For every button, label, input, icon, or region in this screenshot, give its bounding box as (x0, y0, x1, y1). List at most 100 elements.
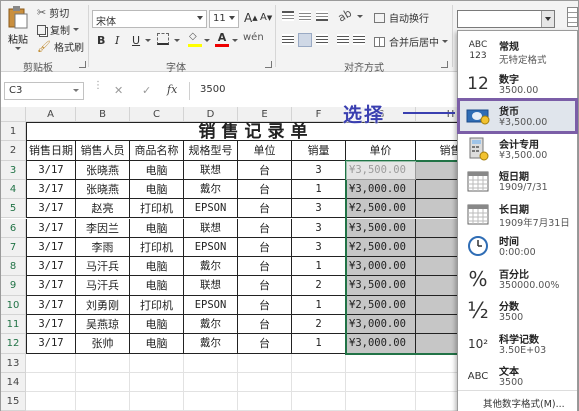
decrease-indent-icon[interactable] (337, 34, 349, 45)
data-cell[interactable]: 联想 (184, 160, 238, 180)
column-title[interactable]: 单位 (238, 141, 292, 161)
data-cell[interactable]: 马汗兵 (76, 257, 130, 277)
data-cell[interactable]: 电脑 (130, 257, 184, 277)
row-header[interactable]: 10 (1, 295, 26, 315)
row-header[interactable]: 1 (1, 122, 26, 142)
borders-icon[interactable] (157, 33, 169, 45)
empty-cell[interactable] (238, 353, 292, 373)
data-cell[interactable]: 马汗兵 (76, 276, 130, 296)
empty-cell[interactable] (184, 353, 238, 373)
number-format-option[interactable]: 货币 ¥3,500.00 (457, 98, 578, 134)
number-format-option[interactable]: 时间 0:00:00 (458, 229, 577, 263)
number-format-combo[interactable] (457, 10, 555, 28)
data-cell[interactable]: 张晓燕 (76, 179, 130, 200)
price-cell[interactable]: ¥3,000.00 (346, 179, 416, 200)
row-header[interactable]: 12 (1, 334, 26, 354)
data-cell[interactable]: 台 (238, 295, 292, 315)
wrap-text-button[interactable]: 自动换行 (374, 10, 429, 25)
more-number-formats-link[interactable]: 其他数字格式(M)... (458, 390, 577, 411)
data-cell[interactable]: 3 (292, 160, 346, 180)
data-cell[interactable]: 3/17 (26, 218, 76, 238)
data-cell[interactable]: 戴尔 (184, 334, 238, 354)
column-header[interactable]: F (292, 107, 346, 122)
insert-function-icon[interactable]: fx (167, 83, 177, 96)
font-color-button[interactable]: A (215, 31, 229, 47)
data-cell[interactable]: 戴尔 (184, 257, 238, 277)
data-cell[interactable]: 台 (238, 160, 292, 180)
row-header[interactable]: 8 (1, 257, 26, 277)
row-header[interactable]: 6 (1, 218, 26, 238)
column-title[interactable]: 商品名称 (130, 141, 184, 161)
row-header[interactable]: 3 (1, 160, 26, 180)
number-format-option[interactable]: 长日期 1909年7月31日 (458, 197, 577, 231)
row-header[interactable]: 5 (1, 199, 26, 219)
price-cell[interactable]: ¥3,500.00 (346, 160, 416, 180)
paste-button[interactable]: 粘贴 (5, 5, 31, 50)
data-cell[interactable]: 台 (238, 179, 292, 200)
price-cell[interactable]: ¥3,000.00 (346, 257, 416, 277)
wen-icon[interactable]: wén (243, 32, 264, 43)
data-cell[interactable]: 电脑 (130, 179, 184, 200)
row-header[interactable]: 9 (1, 276, 26, 296)
align-bottom-icon[interactable] (316, 11, 328, 21)
sheet-title[interactable]: 销售记录单 (26, 122, 486, 142)
data-cell[interactable]: 3 (292, 199, 346, 219)
chevron-down-icon[interactable] (232, 39, 238, 42)
data-cell[interactable]: 3/17 (26, 160, 76, 180)
data-cell[interactable]: 1 (292, 334, 346, 354)
empty-cell[interactable] (26, 353, 76, 373)
empty-cell[interactable] (26, 372, 76, 393)
data-cell[interactable]: 3/17 (26, 257, 76, 277)
data-cell[interactable]: 电脑 (130, 315, 184, 335)
data-cell[interactable]: 3/17 (26, 179, 76, 200)
empty-cell[interactable] (184, 372, 238, 393)
clipboard-launcher-icon[interactable] (79, 61, 86, 68)
data-cell[interactable]: 3 (292, 237, 346, 258)
data-cell[interactable]: 3/17 (26, 334, 76, 354)
empty-cell[interactable] (346, 353, 416, 373)
data-cell[interactable]: 台 (238, 237, 292, 258)
number-format-option[interactable]: 12 数字 3500.00 (458, 67, 577, 101)
data-cell[interactable]: 李因兰 (76, 218, 130, 238)
conditional-format-icon[interactable] (567, 7, 578, 27)
data-cell[interactable]: 台 (238, 199, 292, 219)
align-right-icon[interactable] (316, 34, 328, 45)
empty-cell[interactable] (130, 392, 184, 411)
empty-cell[interactable] (346, 372, 416, 393)
number-format-option[interactable]: 会计专用 ¥3,500.00 (458, 132, 577, 166)
row-header[interactable]: 2 (1, 141, 26, 161)
price-cell[interactable]: ¥3,500.00 (346, 218, 416, 238)
orientation-icon[interactable]: ab (336, 6, 354, 24)
data-cell[interactable]: 3/17 (26, 199, 76, 219)
data-cell[interactable]: 李雨 (76, 237, 130, 258)
cancel-icon[interactable]: ✕ (114, 84, 123, 97)
empty-cell[interactable] (292, 372, 346, 393)
align-left-icon[interactable] (282, 34, 294, 45)
data-cell[interactable]: 打印机 (130, 295, 184, 315)
empty-cell[interactable] (76, 372, 130, 393)
font-name-combo[interactable]: 宋体 (92, 10, 207, 28)
data-cell[interactable]: 电脑 (130, 218, 184, 238)
chevron-down-icon[interactable] (174, 39, 180, 42)
row-header[interactable]: 14 (1, 372, 26, 393)
increase-indent-icon[interactable] (353, 34, 365, 45)
underline-button[interactable]: U (132, 34, 140, 47)
data-cell[interactable]: 联想 (184, 218, 238, 238)
bold-button[interactable]: B (97, 34, 105, 47)
select-all-corner[interactable] (1, 107, 26, 122)
row-header[interactable]: 13 (1, 353, 26, 373)
number-format-option[interactable]: 短日期 1909/7/31 (458, 164, 577, 198)
data-cell[interactable]: 打印机 (130, 237, 184, 258)
column-header[interactable]: C (130, 107, 184, 122)
data-cell[interactable]: 3 (292, 218, 346, 238)
row-header[interactable]: 4 (1, 179, 26, 200)
data-cell[interactable]: 台 (238, 315, 292, 335)
copy-button[interactable]: 复制 (37, 22, 79, 37)
empty-cell[interactable] (76, 392, 130, 411)
data-cell[interactable]: 3/17 (26, 295, 76, 315)
data-cell[interactable]: 吴燕琼 (76, 315, 130, 335)
price-cell[interactable]: ¥2,500.00 (346, 237, 416, 258)
data-cell[interactable]: 张晓燕 (76, 160, 130, 180)
column-title[interactable]: 规格型号 (184, 141, 238, 161)
enter-icon[interactable]: ✓ (142, 84, 151, 97)
